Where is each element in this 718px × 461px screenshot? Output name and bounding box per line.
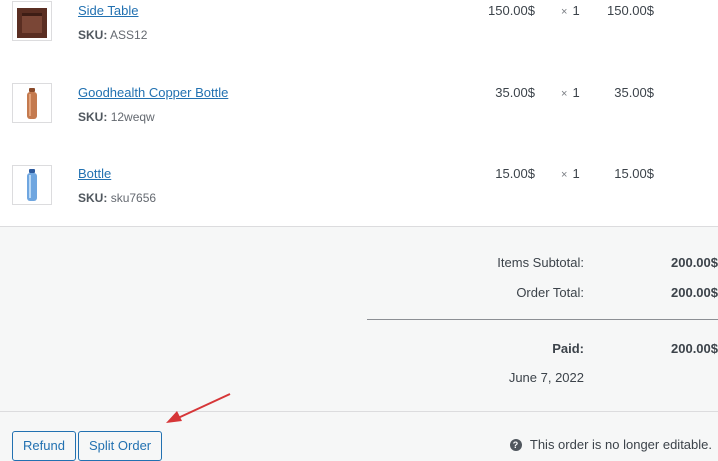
item-sku: SKU: sku7656 bbox=[78, 191, 156, 205]
blue-bottle-icon bbox=[13, 166, 51, 204]
sku-value: ASS12 bbox=[110, 28, 148, 42]
order-item-row: Side Table SKU: ASS12 150.00$ × 1 150.00$ bbox=[0, 0, 718, 63]
item-total: 35.00$ bbox=[614, 85, 654, 100]
item-name-link[interactable]: Side Table bbox=[78, 3, 138, 18]
item-name-link[interactable]: Goodhealth Copper Bottle bbox=[78, 85, 228, 100]
split-order-button[interactable]: Split Order bbox=[78, 431, 163, 461]
item-sku: SKU: 12weqw bbox=[78, 110, 155, 124]
item-cost: 35.00$ bbox=[495, 85, 535, 100]
item-quantity: × 1 bbox=[561, 166, 580, 181]
order-item-row: Bottle SKU: sku7656 15.00$ × 1 15.00$ bbox=[0, 144, 718, 227]
items-subtotal-value: 200.00$ bbox=[671, 255, 718, 270]
sku-label: SKU: bbox=[78, 191, 108, 205]
item-total: 150.00$ bbox=[607, 3, 654, 18]
refund-button[interactable]: Refund bbox=[12, 431, 76, 461]
items-subtotal-label: Items Subtotal: bbox=[497, 255, 584, 270]
item-total: 15.00$ bbox=[614, 166, 654, 181]
item-thumbnail[interactable] bbox=[12, 165, 52, 205]
paid-value: 200.00$ bbox=[671, 341, 718, 356]
times-symbol: × bbox=[561, 169, 568, 181]
sku-value: 12weqw bbox=[110, 110, 155, 124]
item-thumbnail[interactable] bbox=[12, 83, 52, 123]
item-quantity: × 1 bbox=[561, 85, 580, 100]
paid-date: June 7, 2022 bbox=[508, 370, 584, 385]
not-editable-notice: ? This order is no longer editable. bbox=[509, 437, 712, 452]
item-cost: 15.00$ bbox=[495, 166, 535, 181]
sku-value: sku7656 bbox=[110, 191, 157, 205]
quantity-value: 1 bbox=[572, 85, 580, 100]
item-quantity: × 1 bbox=[561, 3, 580, 18]
sku-label: SKU: bbox=[78, 28, 108, 42]
item-sku: SKU: ASS12 bbox=[78, 28, 147, 42]
not-editable-text: This order is no longer editable. bbox=[529, 437, 712, 452]
item-thumbnail[interactable] bbox=[12, 1, 52, 41]
order-total-value: 200.00$ bbox=[671, 285, 718, 300]
order-totals: Items Subtotal: 200.00$ Order Total: 200… bbox=[0, 226, 718, 413]
paid-label: Paid: bbox=[552, 341, 584, 356]
help-icon[interactable]: ? bbox=[509, 438, 522, 451]
quantity-value: 1 bbox=[572, 3, 580, 18]
copper-bottle-icon bbox=[13, 84, 51, 122]
sku-label: SKU: bbox=[78, 110, 108, 124]
order-item-row: Goodhealth Copper Bottle SKU: 12weqw 35.… bbox=[0, 62, 718, 145]
side-table-icon bbox=[13, 2, 51, 40]
quantity-value: 1 bbox=[572, 166, 580, 181]
item-cost: 150.00$ bbox=[488, 3, 535, 18]
totals-divider bbox=[367, 319, 718, 320]
order-total-label: Order Total: bbox=[516, 285, 584, 300]
item-name-link[interactable]: Bottle bbox=[78, 166, 111, 181]
times-symbol: × bbox=[561, 88, 568, 100]
order-actions-bar: Refund Split Order ? This order is no lo… bbox=[0, 411, 718, 461]
times-symbol: × bbox=[561, 6, 568, 18]
